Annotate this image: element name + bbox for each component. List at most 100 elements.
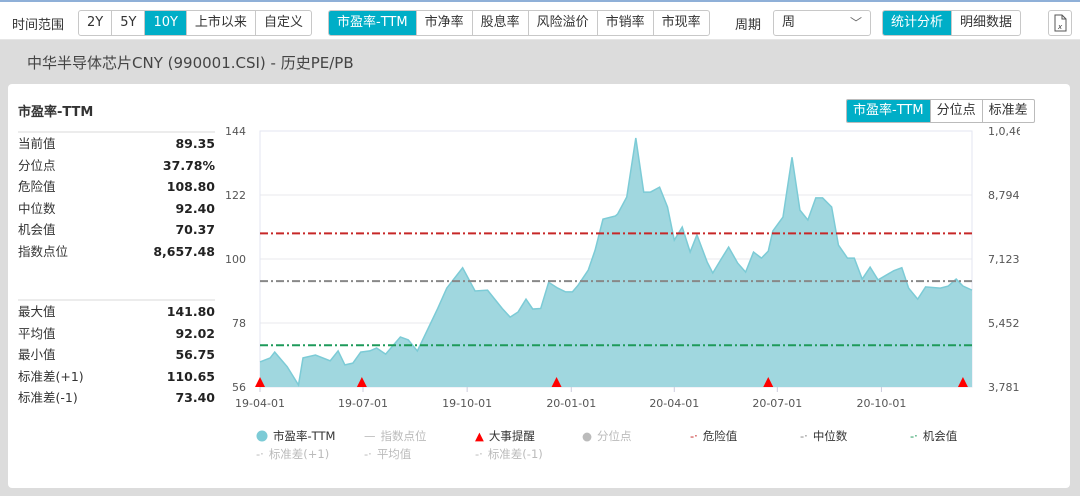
stat-label: 最大值: [18, 304, 56, 319]
legend-opportunity[interactable]: -· 机会值: [910, 428, 957, 444]
y-tick-label: 56: [232, 381, 246, 394]
x-tick-label: 19-04-01: [235, 397, 285, 410]
y-tick-label: 100: [225, 253, 246, 266]
y2-tick-label: 8,794: [988, 189, 1020, 202]
pe-chart: 56 3,781 78 5,452 100 7,123 122 8,794 144 1,0,465…: [225, 125, 1020, 410]
stat-label: 机会值: [18, 222, 56, 237]
legend-pe-ttm[interactable]: 市盈率-TTM: [256, 428, 335, 444]
range-10y-button[interactable]: 10Y: [145, 11, 187, 35]
stat-label: 指数点位: [18, 243, 69, 259]
legend-percentile[interactable]: ● 分位点: [582, 428, 632, 444]
stats-analysis-button[interactable]: 统计分析: [883, 11, 953, 35]
y2-tick-label: 3,781: [988, 381, 1020, 394]
legend-std-minus[interactable]: -· 标准差(-1): [475, 446, 543, 462]
stat-row: 最大值 141.80: [18, 301, 215, 323]
metric-pe-ttm-button[interactable]: 市盈率-TTM: [329, 11, 417, 35]
stat-label: 平均值: [18, 325, 56, 341]
legend-median[interactable]: -· 中位数: [800, 428, 847, 444]
range-5y-button[interactable]: 5Y: [112, 11, 146, 35]
view-group: 统计分析 明细数据: [882, 10, 1022, 36]
range-2y-button[interactable]: 2Y: [79, 11, 113, 35]
stat-label: 最小值: [18, 347, 56, 362]
mode-stddev-button[interactable]: 标准差: [983, 100, 1034, 122]
dash-dot-icon: -·: [475, 447, 483, 461]
period-label: 周期: [735, 18, 762, 33]
stat-row: 分位点 37.78%: [18, 155, 215, 177]
stat-value: 8,657.48: [153, 243, 215, 259]
x-tick-label: 19-10-01: [442, 397, 492, 410]
stats-primary: 当前值 89.35 分位点 37.78% 危险值 108.80 中位数 92.40 机会值 70.…: [18, 131, 215, 262]
stat-value: 56.75: [175, 347, 215, 362]
page-title: 中华半导体芯片CNY (990001.CSI) - 历史PE/PB: [27, 54, 354, 72]
period-select[interactable]: 周 ﹀: [773, 10, 871, 36]
range-since-listing-button[interactable]: 上市以来: [187, 11, 256, 35]
range-custom-button[interactable]: 自定义: [256, 11, 311, 35]
legend-index-points[interactable]: — 指数点位: [364, 428, 427, 444]
dash-dot-icon: -·: [364, 447, 372, 461]
stat-row: 机会值 70.37: [18, 219, 215, 241]
stat-value: 92.40: [175, 200, 215, 216]
stat-row: 当前值 89.35: [18, 133, 215, 155]
toolbar: 时间范围 2Y 5Y 10Y 上市以来 自定义 市盈率-TTM 市净率 股息率 …: [0, 0, 1080, 40]
legend-mean[interactable]: -· 平均值: [364, 446, 411, 462]
stat-value: 70.37: [175, 222, 215, 237]
metric-group: 市盈率-TTM 市净率 股息率 风险溢价 市销率 市现率: [328, 10, 710, 36]
stat-value: 110.65: [166, 368, 215, 384]
time-range-label: 时间范围: [12, 18, 65, 33]
dash-dot-icon: -·: [256, 447, 264, 461]
mode-percentile-button[interactable]: 分位点: [931, 100, 983, 122]
y-tick-label: 122: [225, 189, 246, 202]
y-tick-label: 78: [232, 317, 246, 330]
x-tick-label: 20-10-01: [856, 397, 906, 410]
stat-row: 标准差(-1) 73.40: [18, 387, 215, 409]
stat-value: 37.78%: [162, 157, 215, 173]
mode-pe-ttm-button[interactable]: 市盈率-TTM: [847, 100, 931, 122]
metric-ps-button[interactable]: 市销率: [598, 11, 654, 35]
stat-value: 108.80: [166, 179, 215, 194]
stats-secondary: 最大值 141.80 平均值 92.02 最小值 56.75 标准差(+1) 110.65 标准…: [18, 299, 215, 409]
dash-dot-icon: -·: [800, 429, 808, 443]
stat-label: 标准差(-1): [18, 390, 78, 405]
stat-row: 中位数 92.40: [18, 198, 215, 220]
y2-tick-label: 7,123: [988, 253, 1020, 266]
y-tick-label: 144: [225, 125, 246, 138]
time-range-group: 2Y 5Y 10Y 上市以来 自定义: [78, 10, 312, 36]
excel-export-button[interactable]: x: [1048, 10, 1072, 36]
metric-pb-button[interactable]: 市净率: [417, 11, 473, 35]
stat-value: 92.02: [175, 325, 215, 341]
excel-export-icon: x: [1054, 14, 1067, 32]
metric-risk-premium-button[interactable]: 风险溢价: [529, 11, 598, 35]
x-tick-label: 20-04-01: [649, 397, 699, 410]
dash-dot-icon: -·: [690, 429, 698, 443]
x-tick-label: 20-07-01: [752, 397, 802, 410]
stat-row: 危险值 108.80: [18, 176, 215, 198]
stat-row: 指数点位 8,657.48: [18, 241, 215, 263]
y2-tick-label: 5,452: [988, 317, 1020, 330]
stat-value: 89.35: [175, 136, 215, 151]
circle-icon: [256, 430, 268, 442]
card-title: 市盈率-TTM: [18, 105, 94, 120]
svg-text:x: x: [1057, 23, 1063, 31]
stat-label: 分位点: [18, 157, 56, 173]
chevron-down-icon: ﹀: [849, 16, 862, 30]
series-area: [260, 137, 972, 387]
circle-icon: ●: [582, 429, 593, 443]
y2-tick-label: 1,0,465: [988, 125, 1020, 138]
legend-events[interactable]: ▲ 大事提醒: [475, 428, 535, 444]
legend-std-plus[interactable]: -· 标准差(+1): [256, 446, 329, 462]
stat-label: 标准差(+1): [18, 368, 84, 384]
stat-label: 当前值: [18, 136, 56, 151]
dash-dot-icon: -·: [910, 429, 918, 443]
metric-dividend-button[interactable]: 股息率: [473, 11, 529, 35]
triangle-icon: ▲: [475, 429, 484, 443]
stat-label: 危险值: [18, 179, 56, 194]
legend-danger[interactable]: -· 危险值: [690, 428, 737, 444]
stat-label: 中位数: [18, 200, 56, 216]
stat-value: 73.40: [175, 390, 215, 405]
stat-row: 标准差(+1) 110.65: [18, 366, 215, 388]
metric-pcf-button[interactable]: 市现率: [654, 11, 709, 35]
detail-data-button[interactable]: 明细数据: [952, 11, 1020, 35]
x-tick-label: 20-01-01: [546, 397, 596, 410]
line-icon: —: [364, 429, 376, 443]
x-tick-label: 19-07-01: [338, 397, 388, 410]
